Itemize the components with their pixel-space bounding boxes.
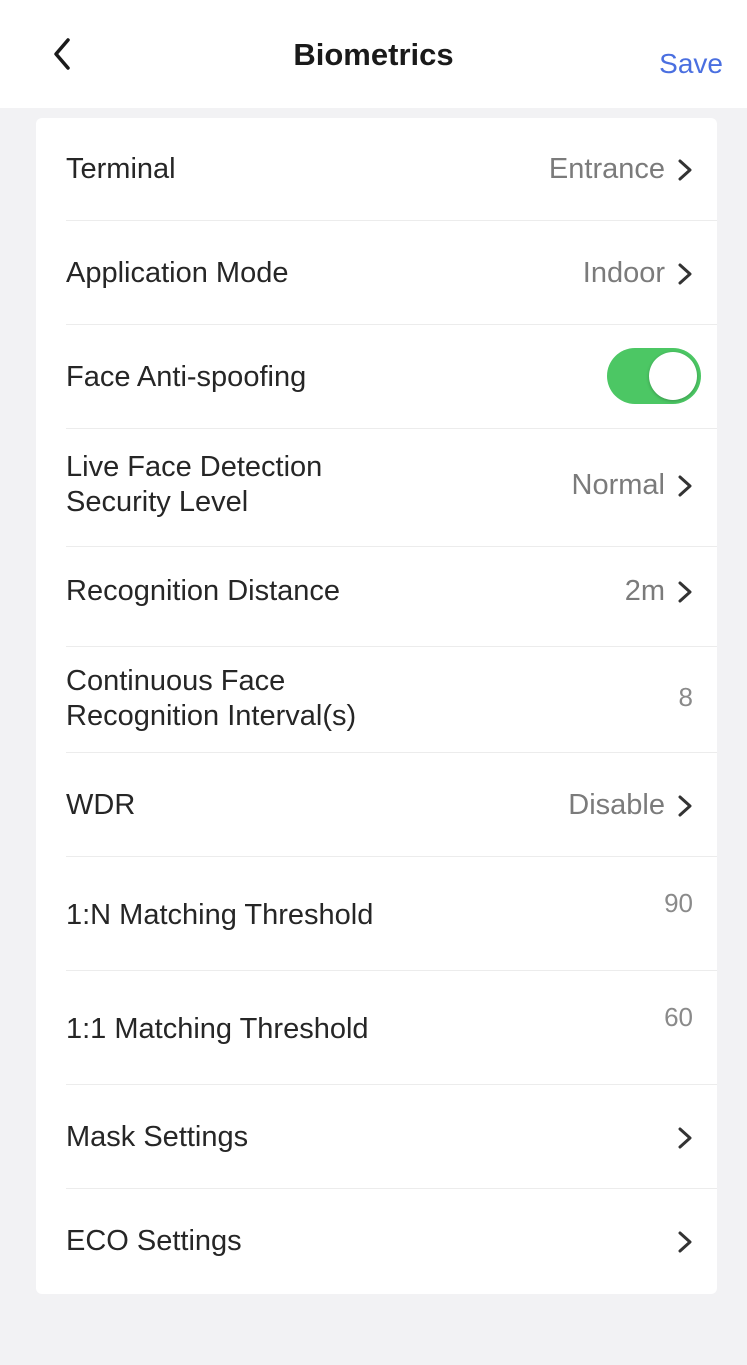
setting-value-recognition-distance: 2m [624, 575, 665, 607]
chevron-right-icon [678, 263, 692, 285]
chevron-right-icon [678, 1231, 692, 1253]
setting-value-live-face-detection: Normal [571, 469, 665, 501]
setting-label-11-threshold: 1:1 Matching Threshold [66, 1013, 369, 1045]
setting-label-terminal: Terminal [66, 153, 176, 185]
setting-label-recognition-distance: Recognition Distance [66, 575, 341, 607]
save-button[interactable]: Save [659, 44, 723, 84]
setting-label-application-mode: Application Mode [66, 257, 289, 289]
settings-card: Terminal Entrance Application Mode Indoo… [36, 118, 717, 1294]
setting-label-mask-settings: Mask Settings [66, 1121, 249, 1153]
toggle-knob [649, 352, 697, 400]
chevron-right-icon [678, 159, 692, 181]
setting-label-line: Recognition Interval(s) [66, 700, 357, 732]
setting-row-recognition-distance[interactable]: Recognition Distance 2m [36, 546, 717, 646]
face-anti-spoofing-toggle[interactable] [607, 348, 701, 404]
setting-value-11-threshold: 60 [664, 1002, 693, 1032]
header-bar: Biometrics Save [0, 0, 747, 108]
setting-label-face-anti-spoofing: Face Anti-spoofing [66, 361, 307, 393]
setting-row-recognition-interval[interactable]: Continuous Face Recognition Interval(s) … [36, 646, 717, 752]
setting-label-wdr: WDR [66, 789, 136, 821]
setting-label-live-face-detection: Live Face Detection Security Level [66, 450, 322, 520]
chevron-right-icon [678, 1127, 692, 1149]
setting-row-terminal[interactable]: Terminal Entrance [36, 118, 717, 220]
chevron-left-icon [54, 38, 70, 70]
back-button[interactable] [44, 34, 84, 74]
setting-row-live-face-detection[interactable]: Live Face Detection Security Level Norma… [36, 428, 717, 546]
setting-row-application-mode[interactable]: Application Mode Indoor [36, 220, 717, 324]
chevron-right-icon [678, 795, 692, 817]
setting-label-line: Continuous Face [66, 665, 286, 697]
setting-row-face-anti-spoofing: Face Anti-spoofing [36, 324, 717, 428]
setting-value-1n-threshold: 90 [664, 888, 693, 918]
setting-label-line: Security Level [66, 486, 249, 518]
setting-row-11-threshold[interactable]: 1:1 Matching Threshold 60 [36, 970, 717, 1084]
chevron-right-icon [678, 475, 692, 497]
setting-label-line: Live Face Detection [66, 451, 323, 483]
setting-value-wdr: Disable [568, 789, 665, 821]
setting-row-mask-settings[interactable]: Mask Settings [36, 1084, 717, 1188]
setting-value-terminal: Entrance [548, 153, 665, 185]
setting-value-recognition-interval: 8 [678, 682, 693, 712]
setting-label-eco-settings: ECO Settings [66, 1225, 242, 1257]
chevron-right-icon [678, 581, 692, 603]
setting-row-1n-threshold[interactable]: 1:N Matching Threshold 90 [36, 856, 717, 970]
page-title: Biometrics [293, 37, 454, 72]
setting-label-1n-threshold: 1:N Matching Threshold [66, 899, 374, 931]
setting-label-recognition-interval: Continuous Face Recognition Interval(s) [66, 664, 356, 734]
setting-row-wdr[interactable]: WDR Disable [36, 752, 717, 856]
setting-value-application-mode: Indoor [582, 257, 665, 289]
setting-row-eco-settings[interactable]: ECO Settings [36, 1188, 717, 1294]
